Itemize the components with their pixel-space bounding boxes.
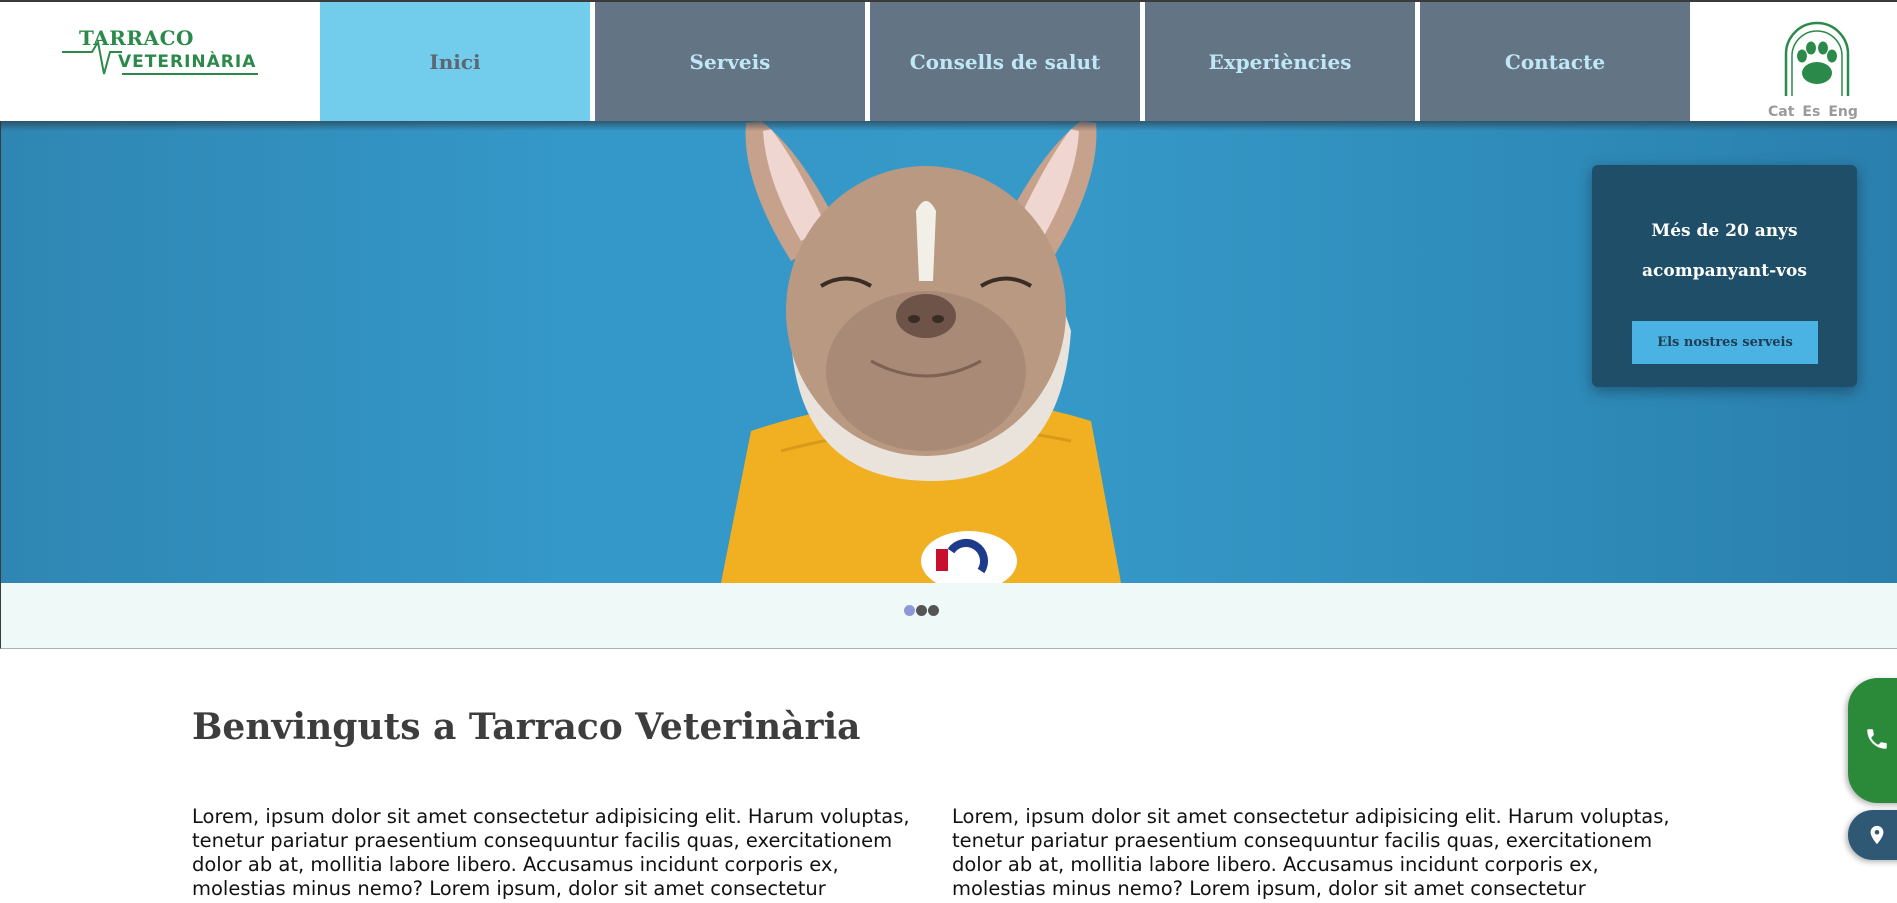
logo[interactable]: TARRACO VETERINÀRIA [62, 24, 258, 80]
carousel-dot[interactable] [904, 605, 915, 616]
nav-item-label: Experiències [1208, 49, 1352, 74]
paw-icon [1780, 18, 1854, 100]
phone-icon [1867, 729, 1887, 749]
nav-item-contacte[interactable]: Contacte [1420, 2, 1690, 123]
our-services-button[interactable]: Els nostres serveis [1632, 321, 1818, 364]
logo-line1: TARRACO [79, 26, 194, 50]
nav-item-experiencies[interactable]: Experiències [1145, 2, 1415, 123]
location-button[interactable] [1848, 810, 1897, 860]
intro-text-left: Lorem, ipsum dolor sit amet consectetur … [192, 805, 910, 900]
lang-es[interactable]: Es [1802, 104, 1820, 120]
lang-eng[interactable]: Eng [1828, 104, 1858, 120]
carousel-controls [0, 583, 1897, 649]
nav-item-label: Serveis [689, 49, 771, 74]
hero-cta-card: Més de 20 anys acompanyant-vos Els nostr… [1592, 165, 1857, 387]
nav-item-label: Consells de salut [909, 49, 1101, 74]
carousel-dot[interactable] [916, 605, 927, 616]
nav-item-serveis[interactable]: Serveis [595, 2, 865, 123]
lang-cat[interactable]: Cat [1768, 104, 1794, 120]
carousel-dot[interactable] [928, 605, 939, 616]
page-title: Benvinguts a Tarraco Veterinària [192, 706, 861, 748]
carousel-dots [904, 605, 940, 616]
header-shadow [0, 121, 1897, 131]
nav-item-label: Inici [429, 49, 481, 74]
intro-text-right: Lorem, ipsum dolor sit amet consectetur … [952, 805, 1670, 900]
cta-heading-line1: Més de 20 anys [1651, 221, 1798, 241]
location-pin-icon [1870, 825, 1884, 845]
phone-button[interactable] [1848, 678, 1897, 803]
nav-item-label: Contacte [1504, 49, 1606, 74]
language-switcher: Cat Es Eng [1768, 104, 1858, 120]
main-nav: Inici Serveis Consells de salut Experièn… [320, 2, 1695, 123]
nav-item-consells[interactable]: Consells de salut [870, 2, 1140, 123]
site-header: TARRACO VETERINÀRIA Inici Serveis Consel… [0, 0, 1897, 123]
nav-item-inici[interactable]: Inici [320, 2, 590, 123]
logo-line2: VETERINÀRIA [118, 52, 257, 72]
cta-heading-line2: acompanyant-vos [1642, 261, 1807, 281]
